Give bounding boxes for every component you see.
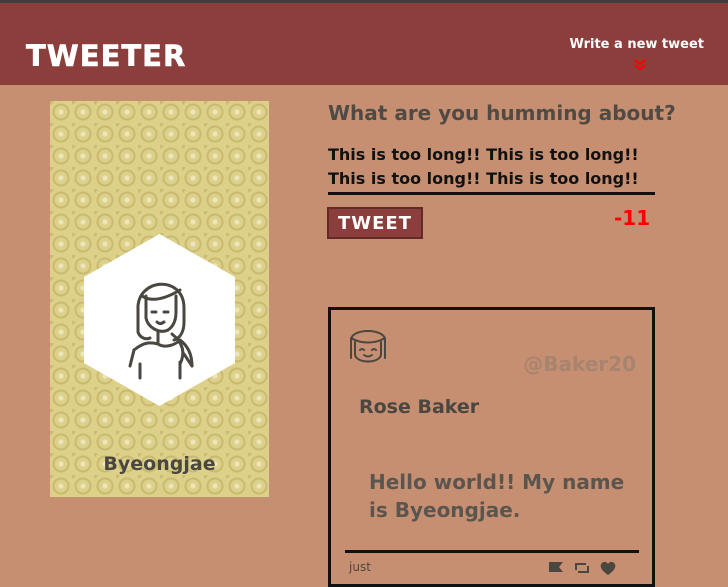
tweet-author: Rose Baker xyxy=(359,396,480,418)
brand-logo: TWEETER xyxy=(26,39,187,74)
girl-avatar-icon xyxy=(350,330,386,363)
double-chevron-down-icon[interactable] xyxy=(633,58,647,72)
flag-icon[interactable] xyxy=(547,560,565,576)
profile-avatar xyxy=(84,234,235,406)
profile-name: Byeongjae xyxy=(103,453,216,475)
write-new-tweet-link[interactable]: Write a new tweet xyxy=(569,37,704,52)
top-nav: TWEETER Write a new tweet xyxy=(0,3,728,85)
tweet-textarea[interactable]: This is too long!! This is too long!! Th… xyxy=(328,143,658,191)
heart-icon[interactable] xyxy=(599,560,617,576)
tweet-handle: @Baker20 xyxy=(523,352,636,376)
profile-card: Byeongjae xyxy=(50,101,269,497)
tweet-card: @Baker20 Rose Baker Hello world!! My nam… xyxy=(328,307,655,587)
retweet-icon[interactable] xyxy=(573,560,591,576)
character-counter: -11 xyxy=(614,206,651,230)
compose-title: What are you humming about? xyxy=(328,101,676,125)
textarea-underline xyxy=(328,192,655,195)
tweet-content: Hello world!! My name is Byeongjae. xyxy=(369,470,625,522)
tweet-time: just xyxy=(349,560,371,574)
tweet-actions xyxy=(547,560,617,576)
tweet-button[interactable]: TWEET xyxy=(327,207,423,239)
tweet-divider xyxy=(345,550,639,553)
